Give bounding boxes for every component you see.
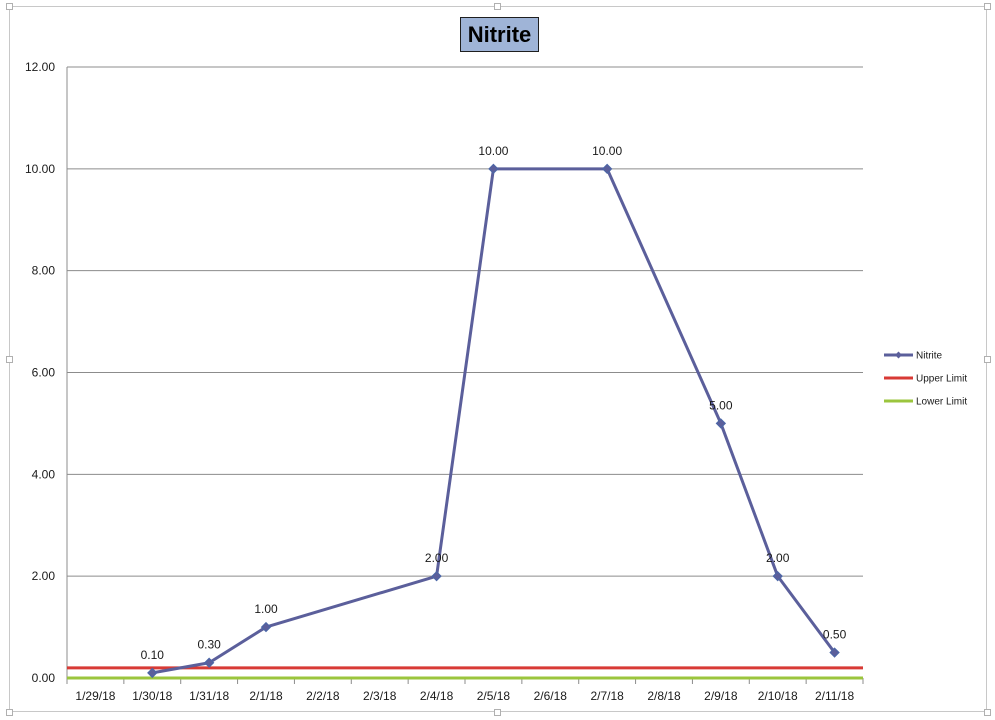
data-label: 2.00	[766, 551, 790, 565]
x-tick-label: 1/29/18	[75, 689, 115, 703]
x-tick-label: 2/11/18	[815, 689, 854, 703]
data-point-marker	[715, 418, 727, 429]
nitrite-line-chart: 0.00 2.00 4.00 6.00 8.00 10.00 12.00 1/29/18 1/3…	[25, 60, 967, 703]
y-tick-label: 12.00	[25, 60, 55, 74]
data-label: 0.50	[823, 628, 847, 642]
y-tick-label: 0.00	[32, 671, 56, 685]
data-point-marker	[431, 570, 442, 582]
x-tick-label: 2/2/18	[306, 689, 340, 703]
x-tick-label: 2/4/18	[420, 689, 454, 703]
x-tick-label: 1/31/18	[189, 689, 229, 703]
series-line-nitrite	[152, 167, 836, 675]
data-label: 2.00	[425, 551, 449, 565]
x-tick-label: 2/1/18	[249, 689, 283, 703]
legend-label-nitrite: Nitrite	[916, 351, 943, 362]
y-tick-label: 4.00	[32, 467, 56, 481]
x-tick-label: 2/7/18	[590, 689, 624, 703]
x-tick-label: 2/3/18	[363, 689, 397, 703]
data-point-marker	[601, 163, 613, 175]
y-tick-label: 10.00	[25, 162, 55, 176]
data-point-marker	[488, 163, 499, 175]
legend-label-upper-limit: Upper Limit	[916, 374, 967, 385]
x-tick-label: 2/9/18	[704, 689, 738, 703]
data-label: 1.00	[254, 602, 278, 616]
data-label: 10.00	[478, 144, 508, 158]
y-tick-label: 2.00	[32, 569, 56, 583]
data-point-marker	[147, 667, 158, 679]
x-tick-label: 2/5/18	[477, 689, 511, 703]
y-tick-label: 6.00	[32, 366, 56, 380]
data-label: 0.30	[197, 638, 221, 652]
y-tick-label: 8.00	[32, 264, 56, 278]
x-tick-label: 2/10/18	[758, 689, 798, 703]
data-label: 0.10	[141, 648, 165, 662]
data-label: 10.00	[592, 144, 622, 158]
data-label: 5.00	[709, 398, 733, 412]
x-tick-label: 2/6/18	[534, 689, 568, 703]
legend-label-lower-limit: Lower Limit	[916, 397, 967, 408]
x-tick-label: 1/30/18	[132, 689, 172, 703]
x-tick-label: 2/8/18	[647, 689, 681, 703]
legend-marker-nitrite	[895, 351, 902, 359]
